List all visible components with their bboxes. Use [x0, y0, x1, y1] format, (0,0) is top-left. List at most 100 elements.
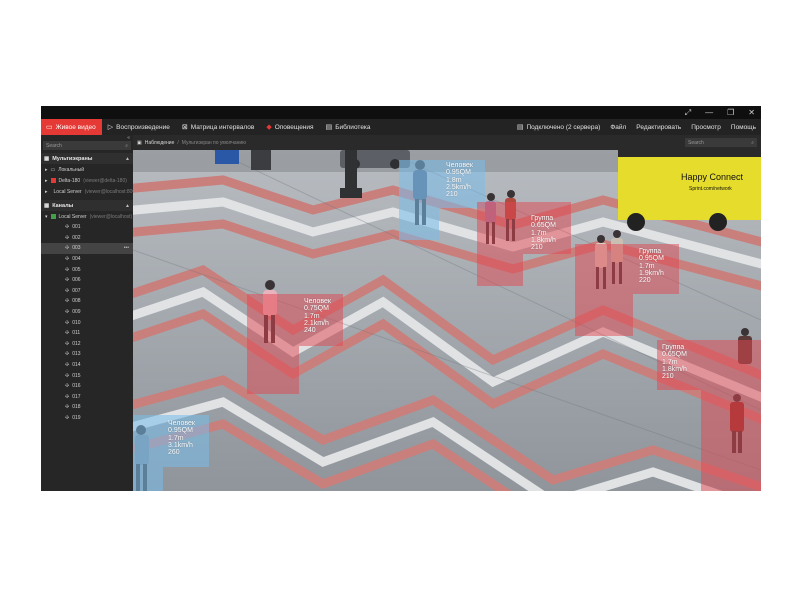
window-controls: ⤢ — ❐ ✕	[685, 107, 755, 118]
collapse-sidebar-icon[interactable]: «	[127, 135, 130, 141]
channel-label: 017	[72, 393, 81, 400]
detection-box-4[interactable]	[247, 294, 299, 394]
channel-label: 012	[72, 340, 81, 347]
search-icon: ⌕	[751, 139, 754, 146]
library-icon: ▤	[325, 123, 333, 131]
channel-item-018[interactable]: ✣ 018	[41, 402, 133, 413]
tab-playback[interactable]: ▷ Воспроизведение	[102, 119, 176, 135]
channel-item-001[interactable]: ✣ 001	[41, 222, 133, 233]
tab-library[interactable]: ▤ Библиотека	[320, 119, 377, 135]
channel-item-019[interactable]: ✣ 019	[41, 413, 133, 424]
minimize-icon[interactable]: —	[705, 107, 713, 118]
camera-icon: ✣	[65, 298, 70, 305]
camera-icon: ✣	[65, 277, 70, 284]
camera-icon: ✣	[65, 287, 70, 294]
channel-label: 016	[72, 383, 81, 390]
channel-item-013[interactable]: ✣ 013	[41, 349, 133, 360]
channel-label: 009	[72, 309, 81, 316]
channel-item-002[interactable]: ✣ 002	[41, 233, 133, 244]
connection-status[interactable]: ▤ Подключено (2 сервера)	[512, 119, 605, 135]
app-window: ⤢ — ❐ ✕ ▭ Живое видео ▷ Воспроизведение …	[41, 106, 761, 491]
tab-interval-matrix[interactable]: ⊠ Матрица интервалов	[176, 119, 261, 135]
channel-item-009[interactable]: ✣ 009	[41, 307, 133, 318]
channel-item-015[interactable]: ✣ 015	[41, 370, 133, 381]
camera-icon: ✣	[65, 404, 70, 411]
camera-icon: ✣	[65, 362, 70, 369]
detection-label-5: Группа 0.65QM 1.7m 1.8km/h 210	[662, 344, 687, 381]
tab-live-video[interactable]: ▭ Живое видео	[41, 119, 102, 135]
view-header: ▣ Наблюдение / Мультиэкран по умолчанию …	[133, 135, 761, 150]
channel-item-003[interactable]: ✣ 003 •••	[41, 243, 133, 254]
channel-label: 013	[72, 351, 81, 358]
view-search-input[interactable]: Search ⌕	[685, 138, 757, 147]
detection-box-2[interactable]	[477, 202, 523, 286]
close-icon[interactable]: ✕	[748, 107, 755, 118]
channel-item-005[interactable]: ✣ 005	[41, 264, 133, 275]
channel-item-010[interactable]: ✣ 010	[41, 317, 133, 328]
menu-file[interactable]: Файл	[605, 119, 631, 135]
menu-view[interactable]: Просмотр	[686, 119, 726, 135]
more-options-icon[interactable]: •••	[124, 245, 133, 251]
multiscreen-item-local-server[interactable]: ▸ Local Server (viewer@localhost:8000)	[41, 186, 140, 197]
camera-icon: ✣	[65, 340, 70, 347]
detection-box-1[interactable]	[399, 160, 439, 240]
breadcrumb-default-multiscreen[interactable]: Мультиэкран по умолчанию	[182, 140, 246, 146]
channel-label: 019	[72, 414, 81, 421]
restore-icon[interactable]: ❐	[727, 107, 734, 118]
channel-server-local[interactable]: ▾ Local Server (viewer@localhost)	[41, 211, 133, 222]
channel-item-004[interactable]: ✣ 004	[41, 254, 133, 265]
camera-icon: ✣	[65, 330, 70, 337]
channel-label: 001	[72, 224, 81, 231]
channel-label: 002	[72, 234, 81, 241]
multiscreen-item-delta[interactable]: ▸ Delta-180 (viewer@delta-180)	[41, 175, 133, 186]
detection-label-4: Человек 0.75QM 1.7m 2.1km/h 240	[304, 298, 331, 335]
channel-label: 014	[72, 362, 81, 369]
matrix-icon: ⊠	[181, 123, 188, 131]
channel-item-011[interactable]: ✣ 011	[41, 328, 133, 339]
camera-icon: ✣	[65, 266, 70, 273]
detection-label-3: Группа 0.95QM 1.7m 1.9km/h 220	[639, 248, 664, 285]
channel-label: 005	[72, 266, 81, 273]
camera-view[interactable]: Happy Connect Sprint.com/network Человек…	[133, 150, 761, 491]
play-icon: ▷	[107, 123, 114, 131]
channel-label: 015	[72, 372, 81, 379]
channel-item-014[interactable]: ✣ 014	[41, 360, 133, 371]
menu-help[interactable]: Помощь	[726, 119, 761, 135]
breadcrumb-separator: /	[177, 139, 179, 146]
fullscreen-icon[interactable]: ⤢	[685, 107, 691, 118]
channel-item-016[interactable]: ✣ 016	[41, 381, 133, 392]
menu-edit[interactable]: Редактировать	[631, 119, 686, 135]
camera-icon: ✣	[65, 309, 70, 316]
camera-icon: ✣	[65, 414, 70, 421]
camera-icon: ✣	[65, 256, 70, 263]
detection-box-5[interactable]	[701, 340, 761, 491]
chevron-right-icon: ▸	[45, 166, 48, 173]
breadcrumb-surveillance[interactable]: Наблюдение	[145, 140, 175, 146]
chevron-up-icon: ▲	[125, 155, 130, 162]
search-icon: ⌕	[125, 142, 128, 149]
main-toolbar: ▭ Живое видео ▷ Воспроизведение ⊠ Матриц…	[41, 119, 761, 135]
multiscreen-item-local[interactable]: ▸ ▭ Локальный	[41, 164, 133, 175]
detection-label-6: Человек 0.95QM 1.7m 3.1km/h 260	[168, 420, 195, 457]
channel-label: 018	[72, 404, 81, 411]
channel-item-006[interactable]: ✣ 006	[41, 275, 133, 286]
tab-alerts[interactable]: ◆ Оповещения	[260, 119, 319, 135]
bus-sign-line2: Sprint.com/network	[689, 186, 732, 192]
detection-box-3[interactable]	[575, 244, 633, 336]
sidebar-search-input[interactable]: Search ⌕	[43, 141, 131, 150]
toolbar-right: ▤ Подключено (2 сервера) Файл Редактиров…	[512, 119, 761, 135]
channel-item-007[interactable]: ✣ 007	[41, 286, 133, 297]
channel-item-017[interactable]: ✣ 017	[41, 392, 133, 403]
channel-label: 007	[72, 287, 81, 294]
section-channels[interactable]: ▦ Каналы ▲	[41, 200, 133, 211]
detection-box-6[interactable]	[133, 415, 163, 491]
camera-icon: ✣	[65, 393, 70, 400]
channel-label: 011	[72, 330, 81, 337]
folder-icon: ▭	[50, 166, 56, 173]
grid-icon: ▦	[44, 202, 50, 209]
camera-icon: ✣	[65, 351, 70, 358]
channel-item-012[interactable]: ✣ 012	[41, 339, 133, 350]
section-multiscreens[interactable]: ▦ Мультиэкраны ▲	[41, 153, 133, 164]
chevron-down-icon: ▾	[45, 213, 48, 220]
channel-item-008[interactable]: ✣ 008	[41, 296, 133, 307]
